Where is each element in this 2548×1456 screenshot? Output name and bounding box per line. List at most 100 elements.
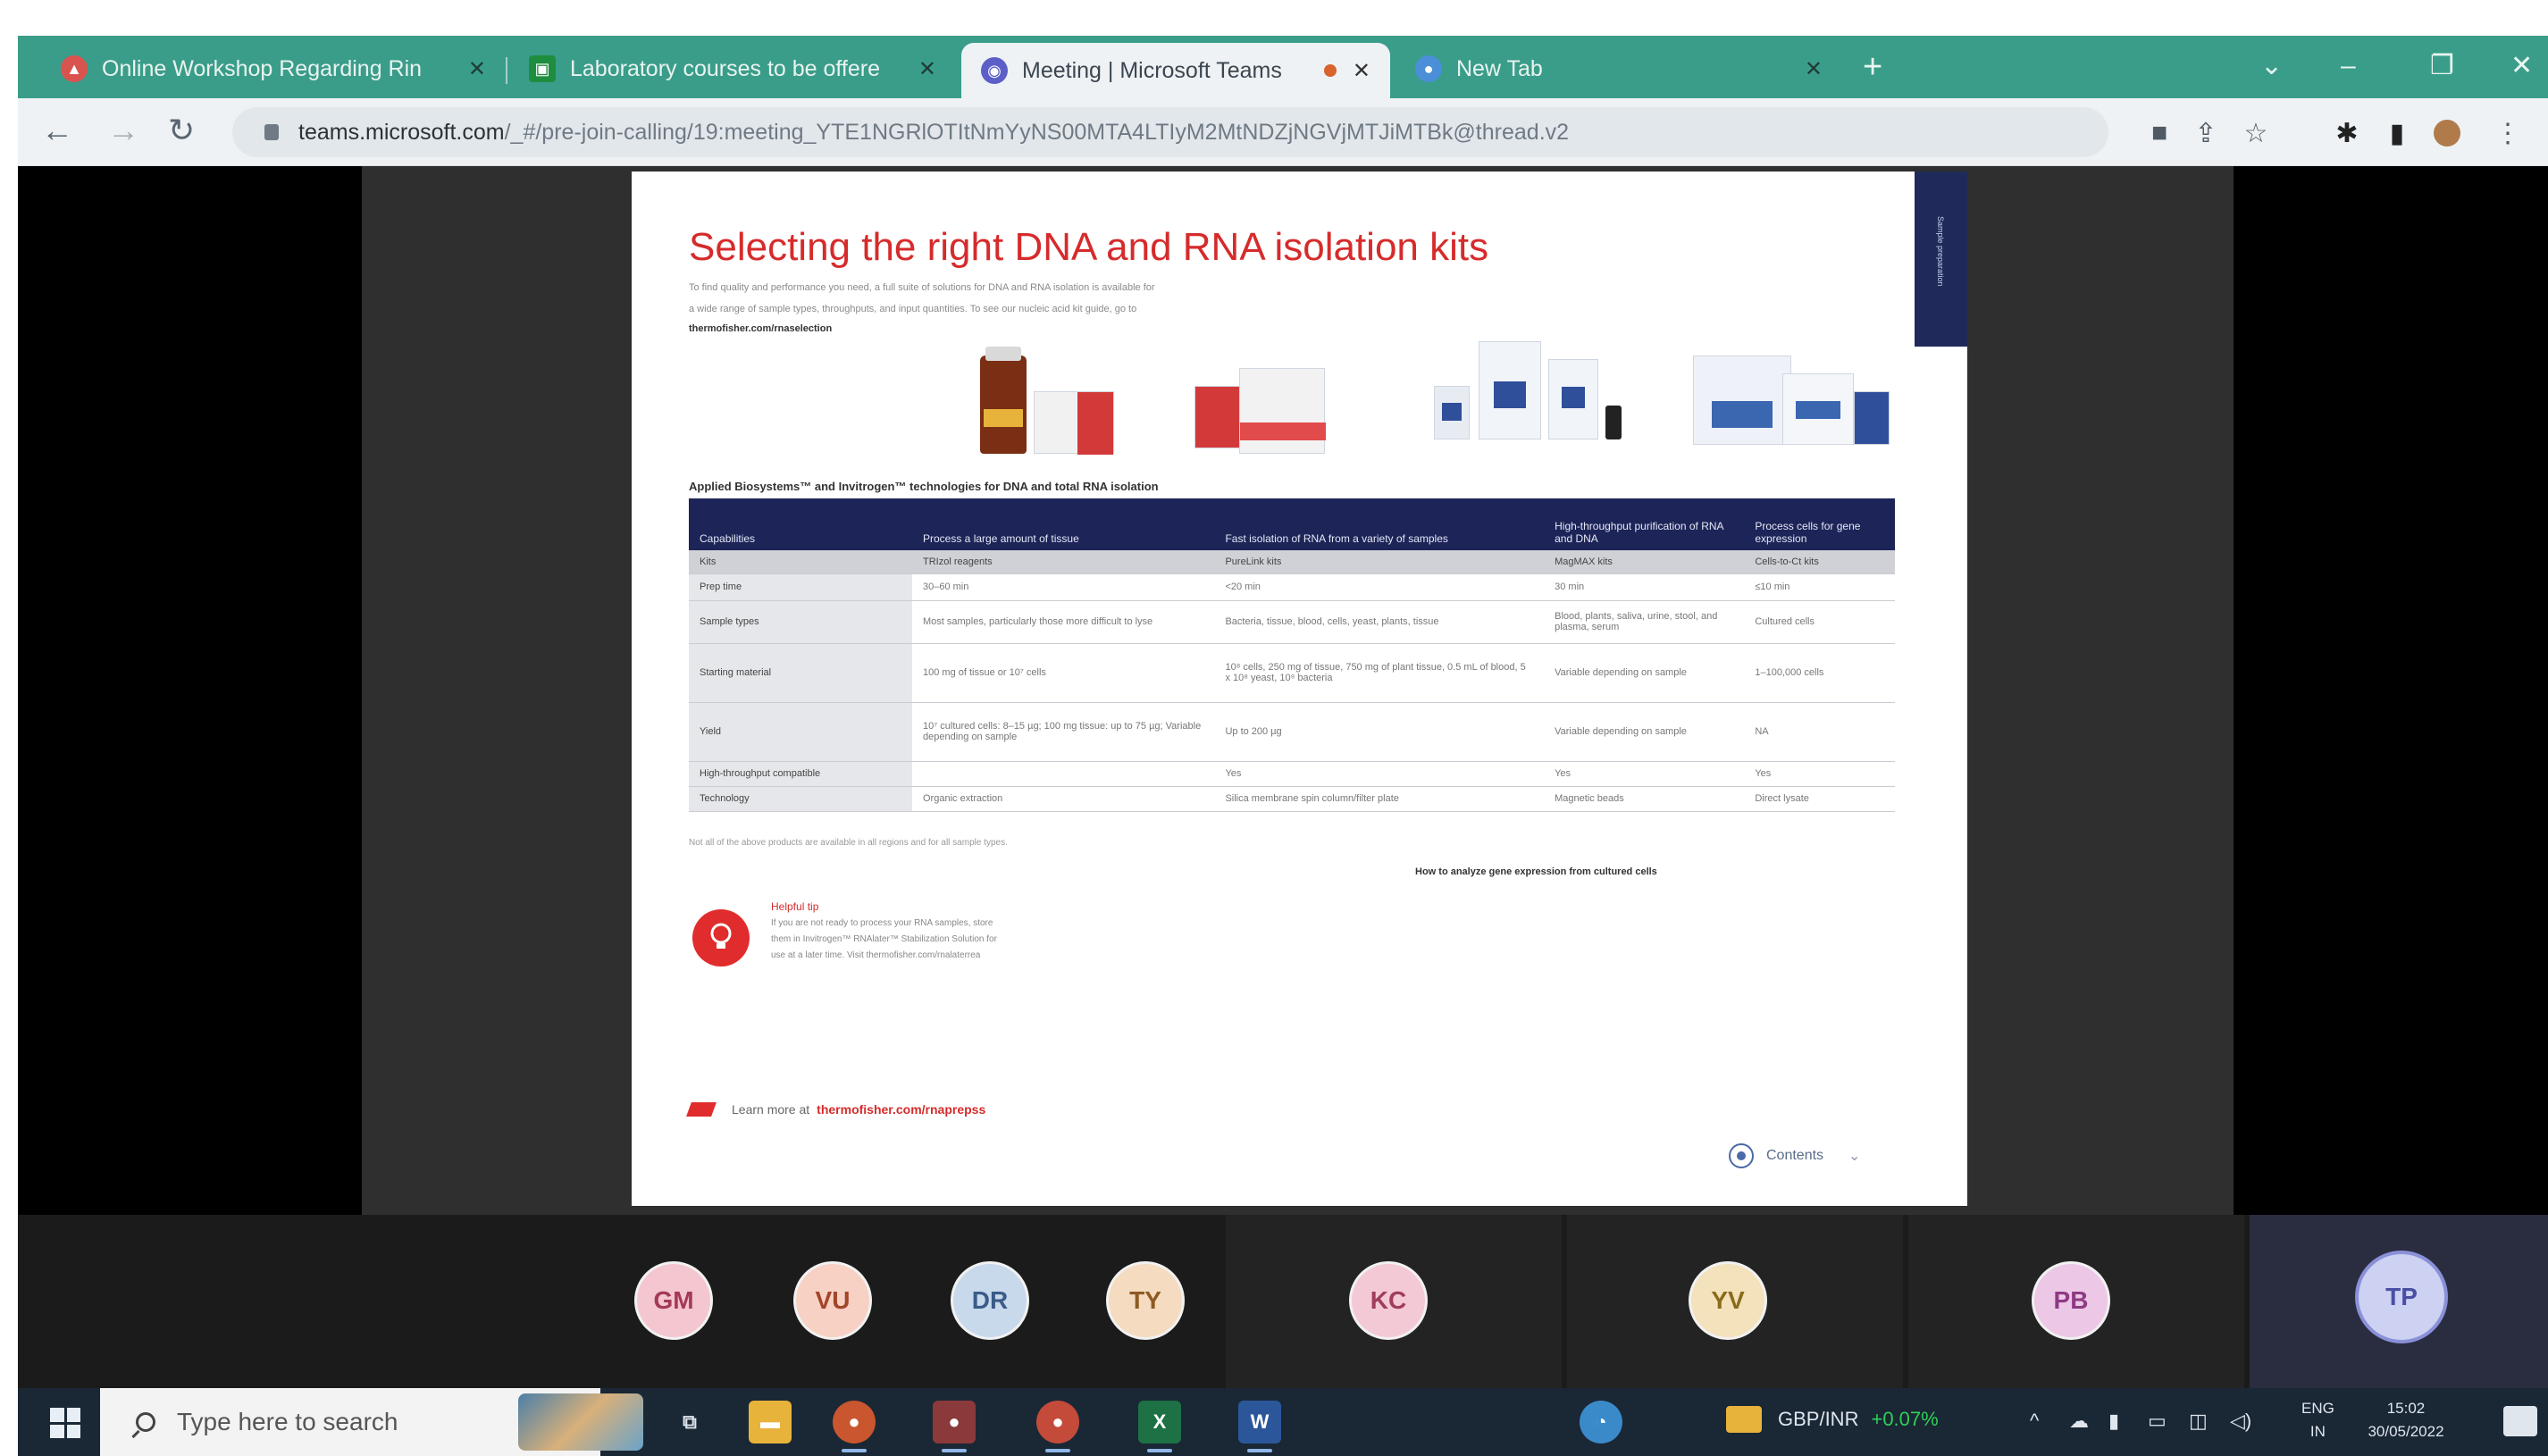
kit-comparison-table: Capabilities Process a large amount of t… [689, 498, 1895, 812]
news-widget[interactable] [518, 1393, 643, 1451]
table-cell: Silica membrane spin column/filter plate [1214, 786, 1545, 812]
windows-start-icon[interactable] [50, 1408, 80, 1438]
avatar[interactable]: VU [793, 1261, 872, 1340]
table-cell: Direct lysate [1744, 786, 1895, 812]
back-arrow-icon[interactable]: ← [41, 113, 73, 148]
input-language[interactable]: ENG IN [2301, 1397, 2334, 1443]
learn-more-link[interactable]: thermofisher.com/rnaprepss [817, 1102, 985, 1117]
extensions-icon[interactable]: ✱ [2332, 118, 2362, 148]
avatar[interactable]: KC [1349, 1261, 1428, 1340]
close-icon[interactable]: ✕ [1353, 58, 1370, 84]
table-cell: Cultured cells [1744, 600, 1895, 644]
currency-label: GBP/INR [1778, 1408, 1859, 1430]
table-cell: 10⁷ cultured cells: 8–15 µg; 100 mg tiss… [912, 702, 1215, 762]
avatar[interactable]: DR [951, 1261, 1029, 1340]
table-footnote: Not all of the above products are availa… [689, 838, 1008, 848]
currency-widget[interactable]: GBP/INR +0.07% [1726, 1406, 1939, 1433]
url-path: /_#/pre-join-calling/19:meeting_YTE1NGRl… [504, 119, 1570, 145]
screen: ▲ Online Workshop Regarding Rin ✕ ▣ Labo… [0, 0, 2548, 1456]
browser-toolbar: ← → ↻ teams.microsoft.com /_#/pre-join-c… [18, 98, 2548, 166]
avatar[interactable]: TP [2355, 1251, 2448, 1343]
shared-slide: Selecting the right DNA and RNA isolatio… [632, 172, 1967, 1206]
network-icon[interactable]: ◫ [2189, 1410, 2208, 1433]
clock-time: 15:02 [2386, 1400, 2426, 1417]
table-cell: Technology [689, 786, 912, 812]
file-explorer-icon[interactable]: ▬ [749, 1401, 792, 1443]
section-side-tab: Sample preparation [1915, 172, 1967, 347]
address-bar[interactable]: teams.microsoft.com /_#/pre-join-calling… [232, 107, 2108, 157]
system-clock[interactable]: 15:02 30/05/2022 [2357, 1397, 2455, 1443]
forward-arrow-icon[interactable]: → [107, 113, 139, 148]
avatar-initials: TP [2385, 1283, 2418, 1310]
bookmark-star-icon[interactable]: ☆ [2241, 118, 2271, 148]
tab-title: Online Workshop Regarding Rin [102, 55, 423, 81]
microphone-icon[interactable]: ▮ [2108, 1410, 2119, 1433]
table-cell: Variable depending on sample [1544, 702, 1745, 762]
table-cell: Yes [1744, 761, 1895, 787]
chrome-icon[interactable]: ● [833, 1401, 876, 1452]
avatar-initials: KC [1370, 1286, 1407, 1314]
chrome-icon: ● [1415, 55, 1442, 82]
volume-icon[interactable]: ◁) [2230, 1410, 2251, 1433]
tab-laboratory-courses[interactable]: ▣ Laboratory courses to be offere ✕ [509, 45, 956, 93]
keyboard-region: IN [2309, 1423, 2326, 1440]
avatar[interactable]: GM [634, 1261, 713, 1340]
table-cell: Organic extraction [912, 786, 1215, 812]
side-panel-icon[interactable]: ▮ [2382, 118, 2412, 148]
show-hidden-icons-chevron-icon[interactable]: ^ [2030, 1410, 2039, 1433]
battery-icon[interactable]: ▭ [2148, 1410, 2167, 1433]
maximize-icon[interactable]: ❐ [2430, 48, 2454, 84]
tab-online-workshop[interactable]: ▲ Online Workshop Regarding Rin ✕ [41, 45, 506, 93]
avatar[interactable]: TY [1106, 1261, 1185, 1340]
minimize-icon[interactable]: – [2341, 48, 2356, 84]
tip-line: them in Invitrogen™ RNAlater™ Stabilizat… [771, 934, 997, 944]
new-tab-button[interactable]: + [1863, 50, 1882, 84]
tab-title: Meeting | Microsoft Teams [1022, 57, 1282, 83]
close-icon[interactable]: ✕ [918, 56, 936, 82]
currency-icon [1726, 1406, 1762, 1433]
close-icon[interactable]: ✕ [1805, 56, 1823, 82]
learn-more-prefix: Learn more at [732, 1102, 810, 1117]
browser-tab-strip: ▲ Online Workshop Regarding Rin ✕ ▣ Labo… [18, 36, 2548, 98]
excel-icon[interactable]: X [1138, 1401, 1181, 1452]
profile-avatar-icon[interactable] [2432, 118, 2462, 148]
close-window-icon[interactable]: ✕ [2510, 48, 2533, 84]
avatar-initials: GM [653, 1286, 694, 1314]
table-cell: MagMAX kits [1544, 550, 1745, 574]
reload-icon[interactable]: ↻ [168, 113, 195, 148]
task-view-icon[interactable]: ⧉ [668, 1401, 711, 1443]
onedrive-icon[interactable]: ☁ [2069, 1410, 2089, 1433]
table-cell: Blood, plants, saliva, urine, stool, and… [1544, 600, 1745, 644]
avatar-initials: TY [1129, 1286, 1161, 1314]
intro-link[interactable]: thermofisher.com/rnaselection [689, 323, 832, 334]
weather-icon[interactable]: ◔ [1580, 1401, 1622, 1443]
app-note-link[interactable]: How to analyze gene expression from cult… [1415, 866, 1657, 877]
table-row: Starting material 100 mg of tissue or 10… [689, 643, 1895, 703]
table-caption: Applied Biosystems™ and Invitrogen™ tech… [689, 480, 1159, 493]
close-icon[interactable]: ✕ [468, 56, 486, 82]
notifications-icon[interactable] [2503, 1406, 2537, 1436]
table-cell: Yes [1544, 761, 1745, 787]
word-icon[interactable]: W [1238, 1401, 1281, 1452]
chrome-profile-icon[interactable]: ● [933, 1401, 976, 1452]
contents-button[interactable]: Contents ⌄ [1729, 1143, 1860, 1168]
browser-menu-icon[interactable]: ⋮ [2493, 118, 2523, 148]
tab-teams-meeting[interactable]: ◉ Meeting | Microsoft Teams ✕ [961, 43, 1390, 98]
tab-new-tab[interactable]: ● New Tab ✕ [1396, 45, 1842, 93]
table-cell: 30–60 min [912, 573, 1215, 601]
share-icon[interactable]: ⇪ [2191, 118, 2221, 148]
chrome-window-icon[interactable]: ● [1036, 1401, 1079, 1452]
search-placeholder: Type here to search [177, 1408, 398, 1435]
tab-separator [506, 57, 507, 84]
tab-search-chevron-icon[interactable]: ⌄ [2260, 48, 2283, 84]
teams-icon: ◉ [981, 57, 1008, 84]
tip-line: use at a later time. Visit thermofisher.… [771, 950, 981, 960]
camera-icon[interactable]: ■ [2144, 118, 2175, 148]
participant-tile-group [18, 1215, 1226, 1388]
avatar[interactable]: PB [2032, 1261, 2110, 1340]
avatar[interactable]: YV [1689, 1261, 1767, 1340]
avatar-initials: DR [971, 1286, 1009, 1314]
product-image-purelink [1194, 350, 1328, 466]
table-cell: NA [1744, 702, 1895, 762]
table-header: Process a large amount of tissue [912, 498, 1215, 550]
